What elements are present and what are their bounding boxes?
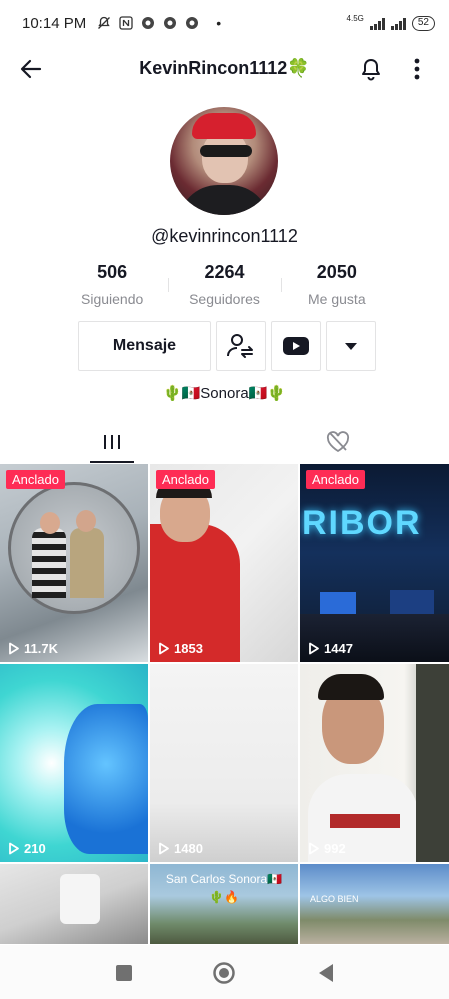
network-type: 4.5G	[346, 13, 364, 23]
video-thumbnail[interactable]: 1480	[150, 664, 298, 862]
stat-followers[interactable]: 2264 Seguidores	[168, 262, 280, 307]
profile-header: KevinRincon1112🍀	[0, 46, 449, 90]
profile-handle: @kevinrincon1112	[151, 226, 298, 246]
play-icon	[309, 642, 319, 655]
view-count-text: 1447	[324, 641, 353, 656]
youtube-icon	[283, 337, 309, 355]
tab-active-indicator	[90, 461, 134, 463]
tab-liked-videos[interactable]	[318, 421, 358, 463]
view-count-text: 11.7K	[24, 641, 58, 656]
play-icon	[9, 642, 19, 655]
status-time: 10:14 PM	[22, 14, 87, 32]
profile-actions: Mensaje	[78, 321, 376, 371]
pinned-badge: Anclado	[306, 470, 365, 489]
triangle-back-icon	[319, 964, 333, 982]
signal-icon	[390, 17, 406, 30]
signal-icon	[369, 17, 385, 30]
view-count: 210	[8, 841, 46, 856]
video-thumbnail[interactable]: Anclado 11.7K	[0, 464, 148, 662]
grid-icon	[104, 435, 120, 449]
profile-tabs	[0, 421, 449, 463]
profile-bio: 🌵🇲🇽Sonora🇲🇽🌵	[162, 385, 287, 402]
notification-bell-button[interactable]	[354, 52, 388, 86]
stat-likes[interactable]: 2050 Me gusta	[280, 262, 393, 307]
nfc-icon	[118, 15, 134, 31]
video-thumbnail[interactable]: RIBOR Anclado 1447	[300, 464, 449, 662]
view-count-text: 992	[324, 841, 346, 856]
view-count: 1853	[158, 641, 203, 656]
video-thumbnail[interactable]: San Carlos Sonora🇲🇽 🌵🔥	[150, 864, 298, 944]
view-count: 11.7K	[8, 641, 58, 656]
stat-value: 2264	[204, 262, 245, 282]
play-icon	[159, 642, 169, 655]
stat-label: Seguidores	[189, 291, 260, 307]
sign-text: RIBOR	[302, 504, 422, 542]
tab-videos[interactable]	[90, 421, 134, 463]
view-count-text: 1853	[174, 641, 203, 656]
stat-label: Siguiendo	[81, 291, 144, 307]
view-count-text: 210	[24, 841, 46, 856]
pinned-badge: Anclado	[156, 470, 215, 489]
play-icon	[9, 842, 19, 855]
more-notifications-dot: •	[216, 15, 222, 31]
recent-apps-button[interactable]	[110, 959, 138, 987]
video-thumbnail[interactable]: Anclado 1853	[150, 464, 298, 662]
play-icon	[309, 842, 319, 855]
view-count: 1480	[158, 841, 203, 856]
hidden-heart-icon	[326, 431, 350, 453]
avatar[interactable]	[170, 107, 278, 215]
chrome-icon	[140, 15, 156, 31]
bell-icon	[362, 59, 380, 81]
video-thumbnail[interactable]	[0, 864, 148, 944]
square-icon	[116, 965, 132, 981]
system-navigation-bar	[0, 945, 449, 999]
youtube-button[interactable]	[271, 321, 321, 371]
circle-icon	[213, 962, 235, 984]
play-icon	[159, 842, 169, 855]
view-count: 992	[308, 841, 346, 856]
user-switch-icon	[227, 334, 253, 358]
video-thumbnail[interactable]: 992	[300, 664, 449, 862]
stat-value: 506	[97, 262, 128, 282]
video-caption: San Carlos Sonora🇲🇽	[165, 872, 283, 886]
video-caption-emoji: 🌵🔥	[209, 890, 239, 904]
status-bar: 10:14 PM • 4.5G 52	[0, 0, 449, 46]
more-dropdown-button[interactable]	[326, 321, 376, 371]
video-caption: ALGO BIEN	[310, 894, 359, 904]
message-button[interactable]: Mensaje	[78, 321, 211, 371]
chrome-icon	[184, 15, 200, 31]
back-nav-button[interactable]	[312, 959, 340, 987]
video-thumbnail[interactable]: ALGO BIEN	[300, 864, 449, 944]
pinned-badge: Anclado	[6, 470, 65, 489]
stat-label: Me gusta	[308, 291, 366, 307]
view-count-text: 1480	[174, 841, 203, 856]
stat-value: 2050	[316, 262, 357, 282]
more-vertical-icon	[414, 58, 420, 80]
view-count: 1447	[308, 641, 353, 656]
profile-stats: 506 Siguiendo 2264 Seguidores 2050 Me gu…	[56, 262, 393, 307]
battery-indicator: 52	[411, 15, 435, 31]
video-grid: Anclado 11.7K Anclado 1853 RIBOR Anclado…	[0, 464, 449, 944]
caret-down-icon	[345, 343, 357, 350]
home-button[interactable]	[210, 959, 238, 987]
video-thumbnail[interactable]: 210	[0, 664, 148, 862]
stat-following[interactable]: 506 Siguiendo	[56, 262, 168, 307]
follow-toggle-button[interactable]	[216, 321, 266, 371]
more-options-button[interactable]	[400, 52, 434, 86]
chrome-icon	[162, 15, 178, 31]
notifications-muted-icon	[96, 15, 112, 31]
